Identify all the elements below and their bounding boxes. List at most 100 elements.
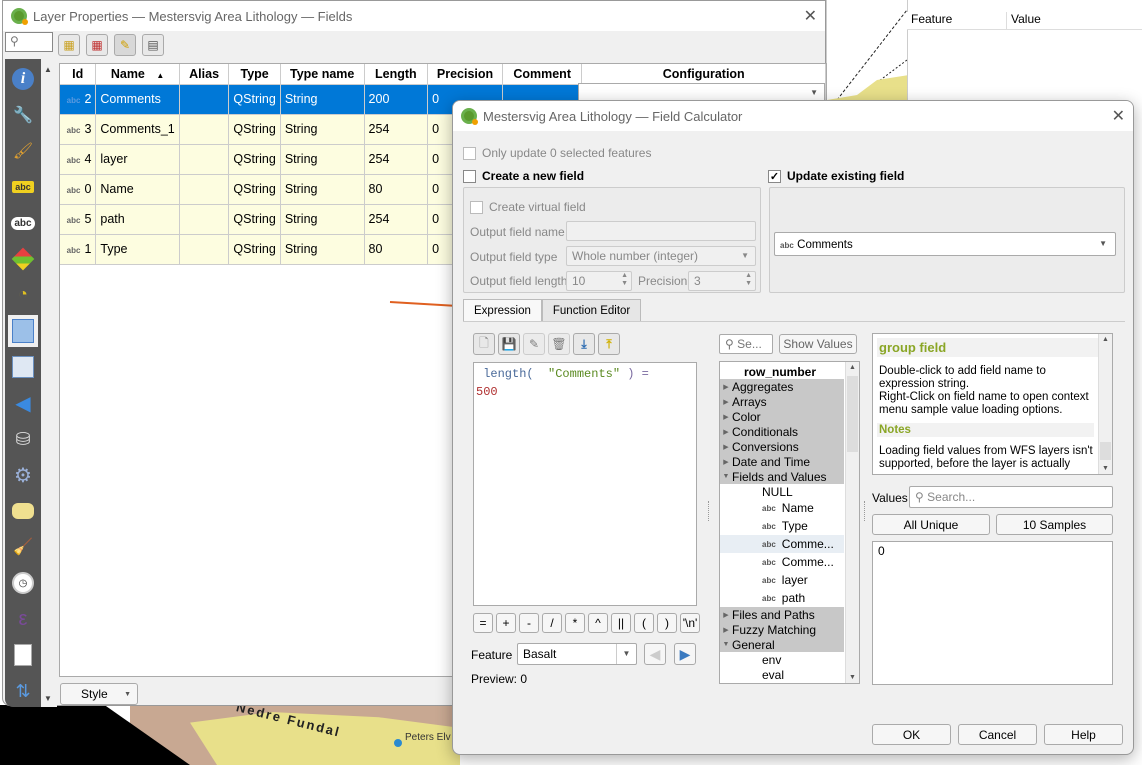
tree-item[interactable]: abc Name bbox=[720, 499, 844, 517]
operator-button[interactable]: * bbox=[565, 613, 585, 633]
cell-name[interactable]: Comments bbox=[95, 84, 180, 115]
cell-id[interactable]: abc 5 bbox=[60, 204, 97, 235]
tree-item[interactable]: abc Comme... bbox=[720, 535, 844, 553]
col-type[interactable]: Type bbox=[228, 64, 281, 85]
field-calculator-button[interactable]: ▤ bbox=[142, 34, 164, 56]
cell-id[interactable]: abc 3 bbox=[60, 114, 97, 145]
sidebar-item-rendering[interactable]: 🧹 bbox=[8, 531, 38, 563]
scroll-up-icon[interactable]: ▲ bbox=[849, 364, 856, 371]
expand-arrow-right-icon[interactable]: ▶ bbox=[720, 398, 732, 406]
operator-button[interactable]: / bbox=[542, 613, 562, 633]
cell-type[interactable]: QString bbox=[228, 234, 281, 265]
toggle-edit-button[interactable]: ✎ bbox=[114, 34, 136, 56]
scroll-down-icon[interactable]: ▼ bbox=[849, 674, 856, 681]
cell-type[interactable]: QString bbox=[228, 84, 281, 115]
all-unique-button[interactable]: All Unique bbox=[872, 514, 990, 535]
tree-item[interactable]: abc Type bbox=[720, 517, 844, 535]
cell-alias[interactable] bbox=[179, 234, 230, 265]
help-scrollbar[interactable]: ▲ ▼ bbox=[1098, 334, 1112, 474]
expand-arrow-right-icon[interactable]: ▶ bbox=[720, 611, 732, 619]
cell-type[interactable]: QString bbox=[228, 204, 281, 235]
spin-arrows-icon[interactable]: ▲ ▼ bbox=[745, 272, 752, 288]
values-search-input[interactable]: ⚲ Search... bbox=[909, 486, 1113, 508]
tree-group-item[interactable]: ▶ Files and Paths bbox=[720, 607, 844, 622]
sidebar-item-dependencies[interactable]: ⇅ bbox=[8, 675, 38, 707]
cell-name[interactable]: Name bbox=[95, 174, 180, 205]
operator-button[interactable]: ) bbox=[657, 613, 677, 633]
sidebar-item-attributes-form[interactable] bbox=[8, 351, 38, 383]
output-field-length-spinbox[interactable]: 10 ▲ ▼ bbox=[566, 271, 632, 291]
operator-button[interactable]: - bbox=[519, 613, 539, 633]
cell-name[interactable]: Type bbox=[95, 234, 180, 265]
sidebar-item-masks[interactable]: abc bbox=[8, 207, 38, 239]
cell-type-name[interactable]: String bbox=[280, 144, 365, 175]
map-canvas-strip[interactable] bbox=[826, 0, 909, 110]
tree-group-item[interactable]: ▶ Conditionals bbox=[720, 424, 844, 439]
feature-select[interactable]: Basalt ▼ bbox=[517, 643, 637, 665]
col-id[interactable]: Id bbox=[60, 64, 97, 85]
precision-spinbox[interactable]: 3 ▲ ▼ bbox=[688, 271, 756, 291]
col-precision[interactable]: Precision bbox=[427, 64, 503, 85]
sidebar-item-variables[interactable]: ε bbox=[8, 603, 38, 635]
expand-arrow-down-icon[interactable]: ▼ bbox=[720, 641, 732, 648]
tree-group-item[interactable]: ▶ Conversions bbox=[720, 439, 844, 454]
operator-button[interactable]: '\n' bbox=[680, 613, 700, 633]
tree-item[interactable]: abc Comme... bbox=[720, 553, 844, 571]
cell-name[interactable]: path bbox=[95, 204, 180, 235]
cell-length[interactable]: 200 bbox=[364, 84, 429, 115]
sidebar-item-joins[interactable]: ◀ bbox=[8, 387, 38, 419]
new-expression-button[interactable]: 🗋 bbox=[473, 333, 495, 355]
existing-field-select[interactable]: abc Comments ▼ bbox=[774, 232, 1116, 256]
tree-item[interactable]: abc layer bbox=[720, 571, 844, 589]
sidebar-item-information[interactable]: i bbox=[8, 63, 38, 95]
sidebar-item-metadata[interactable] bbox=[8, 639, 38, 671]
spin-arrows-icon[interactable]: ▲ ▼ bbox=[621, 272, 628, 288]
show-values-button[interactable]: Show Values bbox=[779, 334, 857, 354]
cell-type[interactable]: QString bbox=[228, 144, 281, 175]
delete-expression-button[interactable]: 🗑 bbox=[548, 333, 570, 355]
col-configuration[interactable]: Configuration bbox=[581, 64, 826, 85]
help-button[interactable]: Help bbox=[1044, 724, 1123, 745]
function-search-input[interactable]: ⚲ Se... bbox=[719, 334, 773, 354]
scroll-up-icon[interactable]: ▲ bbox=[44, 65, 52, 74]
scroll-down-icon[interactable]: ▼ bbox=[44, 694, 52, 703]
cell-type[interactable]: QString bbox=[228, 114, 281, 145]
output-field-name-input[interactable] bbox=[566, 221, 756, 241]
expand-arrow-down-icon[interactable]: ▼ bbox=[720, 473, 732, 480]
create-new-field-checkbox[interactable]: Create a new field bbox=[463, 169, 584, 184]
tree-item[interactable]: NULL bbox=[720, 484, 844, 499]
close-icon[interactable]: ✕ bbox=[804, 6, 817, 26]
new-field-button[interactable]: ▦ bbox=[58, 34, 80, 56]
sidebar-item-diagrams[interactable]: ◔ bbox=[8, 279, 38, 311]
sidebar-item-auxiliary-storage[interactable]: ⛁ bbox=[8, 423, 38, 455]
sidebar-item-actions[interactable]: ⚙ bbox=[8, 459, 38, 491]
tree-group-item[interactable]: ▶ Arrays bbox=[720, 394, 844, 409]
cancel-button[interactable]: Cancel bbox=[958, 724, 1037, 745]
cell-type-name[interactable]: String bbox=[280, 114, 365, 145]
tree-group-item[interactable]: ▶ Aggregates bbox=[720, 379, 844, 394]
tree-group-item[interactable]: ▶ Fuzzy Matching bbox=[720, 622, 844, 637]
sidebar-item-fields[interactable] bbox=[8, 315, 38, 347]
create-virtual-checkbox[interactable]: Create virtual field bbox=[470, 200, 586, 215]
edit-expression-button[interactable]: ✎ bbox=[523, 333, 545, 355]
update-existing-checkbox[interactable]: ✓ Update existing field bbox=[768, 169, 904, 184]
cell-length[interactable]: 254 bbox=[364, 204, 429, 235]
operator-button[interactable]: ( bbox=[634, 613, 654, 633]
scroll-up-icon[interactable]: ▲ bbox=[1102, 336, 1109, 343]
ten-samples-button[interactable]: 10 Samples bbox=[996, 514, 1113, 535]
cell-type-name[interactable]: String bbox=[280, 174, 365, 205]
splitter-handle[interactable] bbox=[864, 501, 866, 521]
splitter-handle[interactable] bbox=[708, 501, 710, 521]
sidebar-item-3d-view[interactable] bbox=[8, 243, 38, 275]
tree-item[interactable]: row_number bbox=[720, 364, 844, 379]
only-selected-checkbox[interactable]: Only update 0 selected features bbox=[463, 146, 651, 161]
expand-arrow-right-icon[interactable]: ▶ bbox=[720, 458, 732, 466]
expression-editor[interactable]: length( "Comments" ) = 500 bbox=[473, 362, 697, 606]
col-comment[interactable]: Comment bbox=[502, 64, 583, 85]
expand-arrow-right-icon[interactable]: ▶ bbox=[720, 413, 732, 421]
tab-function-editor[interactable]: Function Editor bbox=[541, 299, 642, 321]
cell-id[interactable]: abc 0 bbox=[60, 174, 97, 205]
col-length[interactable]: Length bbox=[364, 64, 429, 85]
sidebar-item-symbology[interactable]: 🖌 bbox=[8, 135, 38, 167]
cell-name[interactable]: Comments_1 bbox=[95, 114, 180, 145]
